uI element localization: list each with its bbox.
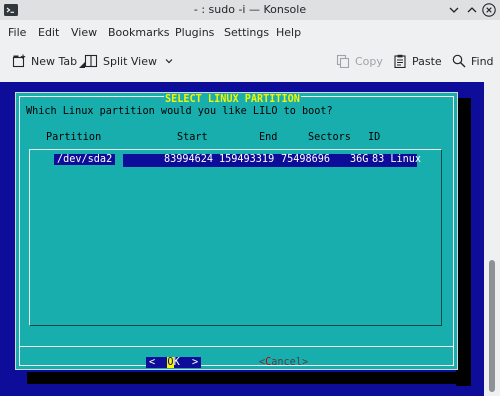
close-icon[interactable] — [482, 3, 496, 17]
cancel-button[interactable]: <Cancel> — [259, 357, 308, 368]
ok-button[interactable]: < OK > — [146, 357, 202, 368]
chevron-down-icon — [165, 59, 173, 64]
new-tab-icon — [12, 54, 26, 68]
menu-view[interactable]: View — [71, 26, 97, 39]
dialog-separator — [19, 346, 454, 347]
scrollbar-thumb[interactable] — [489, 260, 495, 392]
cancel-label: ancel — [271, 357, 302, 368]
ok-bracket-left: < — [149, 357, 156, 368]
lilo-partition-dialog: SELECT LINUX PARTITION Which Linux parti… — [15, 92, 458, 370]
ok-bracket-right: > — [191, 357, 199, 368]
window-title: - : sudo -i — Konsole — [193, 3, 307, 16]
split-view-button[interactable]: Split View — [84, 52, 174, 70]
sectors-cell: 75498696 — [281, 154, 331, 165]
chevron-down-icon[interactable] — [447, 3, 461, 17]
column-header-sectors: Sectors — [308, 132, 351, 143]
column-header-start: Start — [177, 132, 208, 143]
find-button[interactable]: Find — [452, 52, 494, 70]
menu-bookmarks[interactable]: Bookmarks — [108, 26, 169, 39]
menu-edit[interactable]: Edit — [38, 26, 59, 39]
terminal-scrollbar[interactable] — [486, 82, 498, 396]
chevron-up-icon[interactable] — [465, 3, 479, 17]
size-cell: 36G — [350, 154, 369, 165]
ok-label: K — [173, 357, 180, 368]
paste-button[interactable]: Paste — [393, 52, 442, 70]
menu-settings[interactable]: Settings — [224, 26, 269, 39]
search-icon — [452, 54, 466, 68]
split-view-label: Split View — [103, 54, 157, 68]
menu-bar: File Edit View Bookmarks Plugins Setting… — [0, 22, 500, 44]
dialog-title: SELECT LINUX PARTITION — [164, 94, 301, 105]
partition-row-selected[interactable]: 83994624 159493319 75498696 36G 83 Linux — [123, 154, 421, 167]
column-header-partition: Partition — [46, 132, 102, 143]
end-cell: 159493319 — [219, 154, 275, 165]
menu-help[interactable]: Help — [276, 26, 301, 39]
copy-icon — [336, 54, 350, 68]
new-tab-label: New Tab — [31, 54, 78, 68]
window-titlebar: - : sudo -i — Konsole — [0, 0, 500, 20]
partition-list — [29, 149, 442, 326]
column-header-id: ID — [368, 132, 381, 143]
split-view-icon — [84, 54, 98, 68]
partition-cell[interactable]: /dev/sda2 — [54, 154, 116, 165]
id-cell: 83 Linux — [372, 154, 422, 165]
menu-file[interactable]: File — [8, 26, 26, 39]
new-tab-button[interactable]: New Tab — [12, 52, 86, 70]
toolbar: New Tab Split View Copy Paste Find — [0, 48, 500, 74]
paste-icon — [394, 54, 406, 68]
dialog-shadow-bottom — [27, 372, 471, 384]
copy-button[interactable]: Copy — [336, 52, 383, 70]
cancel-bracket-right: > — [301, 357, 309, 368]
column-header-end: End — [259, 132, 278, 143]
copy-label: Copy — [355, 54, 383, 68]
menu-plugins[interactable]: Plugins — [175, 26, 214, 39]
dialog-question: Which Linux partition would you like LIL… — [26, 106, 333, 117]
dialog-shadow-right — [456, 98, 471, 386]
find-label: Find — [471, 54, 494, 68]
terminal-view[interactable]: SELECT LINUX PARTITION Which Linux parti… — [0, 82, 484, 396]
paste-label: Paste — [412, 54, 442, 68]
start-cell: 83994624 — [164, 154, 214, 165]
